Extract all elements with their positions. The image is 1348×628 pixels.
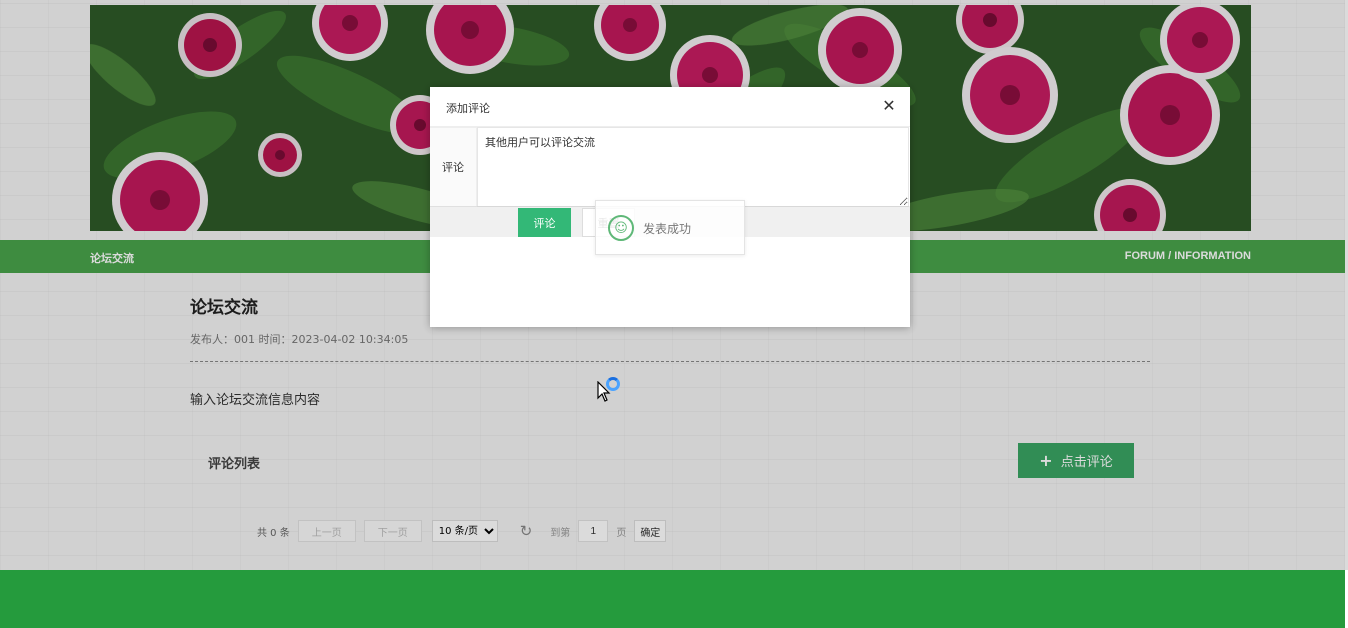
loading-spinner-icon: [606, 377, 620, 391]
smile-icon: ☺: [608, 215, 634, 241]
dialog-title: 添加评论: [446, 102, 490, 115]
dialog-header: 添加评论 ✕: [430, 87, 910, 127]
success-toast: ☺ 发表成功: [595, 200, 745, 255]
comment-field-label: 评论: [430, 127, 477, 207]
comment-textarea[interactable]: 其他用户可以评论交流: [477, 127, 909, 207]
submit-comment-button[interactable]: 评论: [518, 208, 571, 237]
comment-form-row: 评论 其他用户可以评论交流: [430, 127, 910, 207]
footer: [0, 570, 1345, 628]
close-icon[interactable]: ✕: [881, 97, 897, 115]
toast-message: 发表成功: [643, 222, 692, 236]
